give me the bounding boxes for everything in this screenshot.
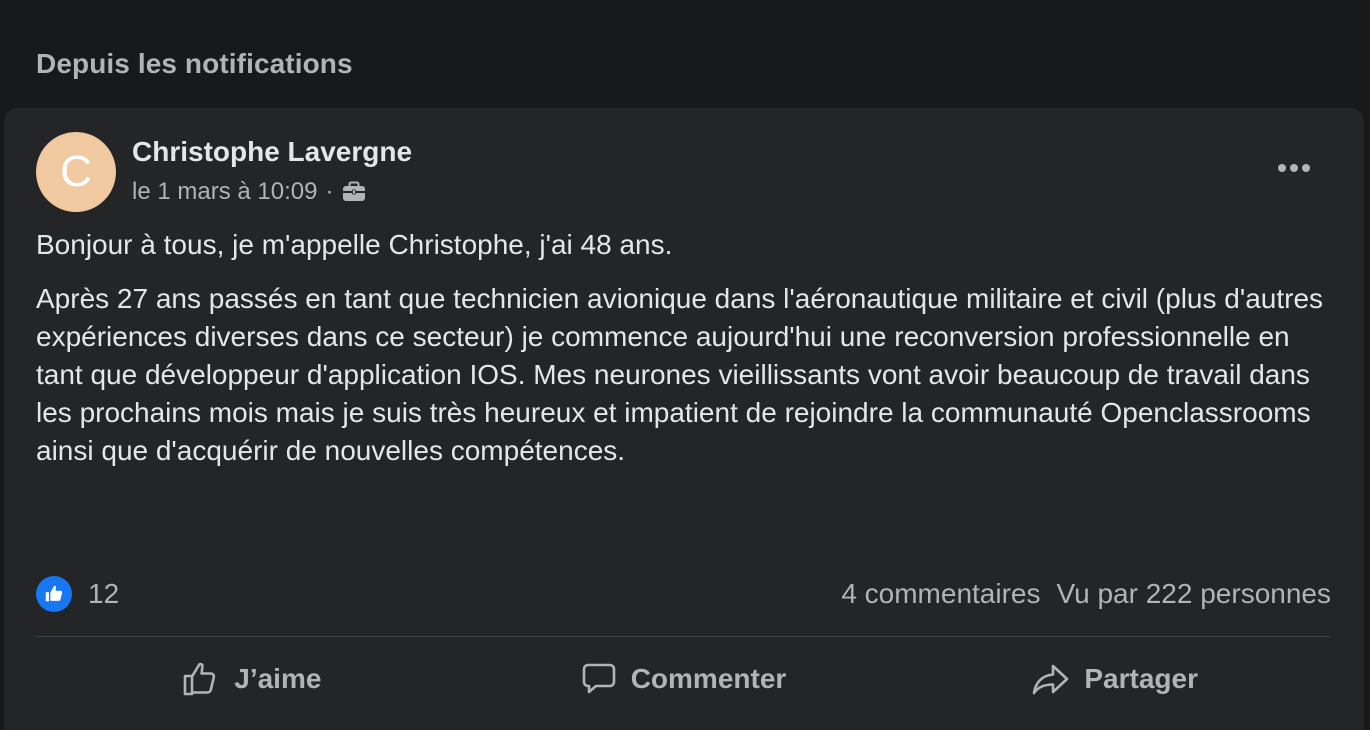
briefcase-icon: [341, 180, 367, 204]
views-count[interactable]: Vu par 222 personnes: [1057, 578, 1332, 610]
reactions-count: 12: [88, 578, 120, 609]
meta-separator: ·: [325, 178, 334, 205]
post-paragraph: Bonjour à tous, je m'appelle Christophe,…: [36, 229, 673, 260]
comments-count-link[interactable]: 4 commentaires: [841, 578, 1040, 610]
section-title: Depuis les notifications: [36, 48, 353, 79]
reactions-summary[interactable]: 12: [36, 576, 119, 612]
post-meta: le 1 mars à 10:09 ·: [132, 178, 367, 206]
comment-button[interactable]: Commenter: [468, 648, 900, 710]
divider: [36, 636, 1331, 637]
avatar-letter: C: [60, 147, 92, 196]
stats-right: 4 commentaires Vu par 222 personnes: [841, 578, 1331, 610]
post-card: C Christophe Lavergne le 1 mars à 10:09 …: [4, 108, 1364, 730]
author-name[interactable]: Christophe Lavergne: [132, 136, 412, 168]
like-button[interactable]: J’aime: [36, 648, 468, 710]
post-timestamp[interactable]: le 1 mars à 10:09: [132, 178, 317, 206]
post-stats: 12 4 commentaires Vu par 222 personnes: [36, 574, 1331, 614]
share-button[interactable]: Partager: [899, 648, 1331, 710]
like-reaction-icon: [36, 576, 72, 612]
comment-label: Commenter: [630, 663, 787, 694]
action-bar: J’aime Commenter Partager: [36, 648, 1331, 710]
thumbs-up-icon: [183, 662, 216, 696]
share-icon: [1033, 664, 1069, 695]
post-paragraph: Après 27 ans passés en tant que technici…: [36, 283, 1324, 466]
share-label: Partager: [1084, 663, 1198, 694]
comment-icon: [582, 663, 616, 694]
post-body: Bonjour à tous, je m'appelle Christophe,…: [36, 226, 1336, 486]
more-options-button[interactable]: [1276, 150, 1312, 186]
like-label: J’aime: [234, 663, 322, 694]
avatar[interactable]: C: [36, 132, 116, 212]
ellipsis-icon: [1278, 164, 1310, 172]
